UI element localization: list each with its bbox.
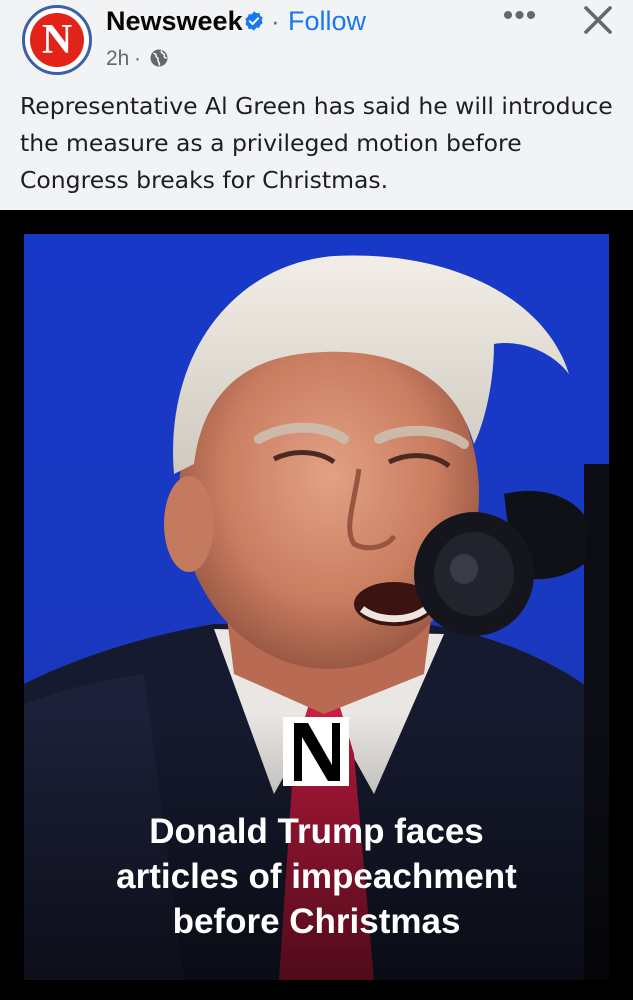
post-photo[interactable]: Donald Trump faces articles of impeachme… [24,234,609,980]
more-options-button[interactable]: ••• [498,1,542,34]
post-timestamp[interactable]: 2h [106,46,129,72]
time-separator: · [134,47,141,70]
avatar-letter: N [41,17,73,63]
globe-icon [150,49,168,67]
post-caption: Representative Al Green has said he will… [20,92,613,194]
close-icon[interactable] [578,0,618,40]
headline-line: Donald Trump faces [149,812,484,851]
newsweek-n-logo [283,717,349,786]
headline-line: before Christmas [172,902,461,941]
article-headline: Donald Trump faces articles of impeachme… [24,809,609,944]
headline-line: articles of impeachment [116,857,517,896]
verified-badge-icon [245,11,263,31]
follow-button[interactable]: Follow [288,5,366,37]
post-header: N Newsweek · Follow 2h · ••• Representat… [0,0,633,210]
newsweek-logo: N [30,13,84,67]
name-separator: · [271,6,280,36]
page-name[interactable]: Newsweek [106,5,243,37]
post-media-frame: Donald Trump faces articles of impeachme… [0,210,633,1000]
page-avatar[interactable]: N [22,5,92,75]
